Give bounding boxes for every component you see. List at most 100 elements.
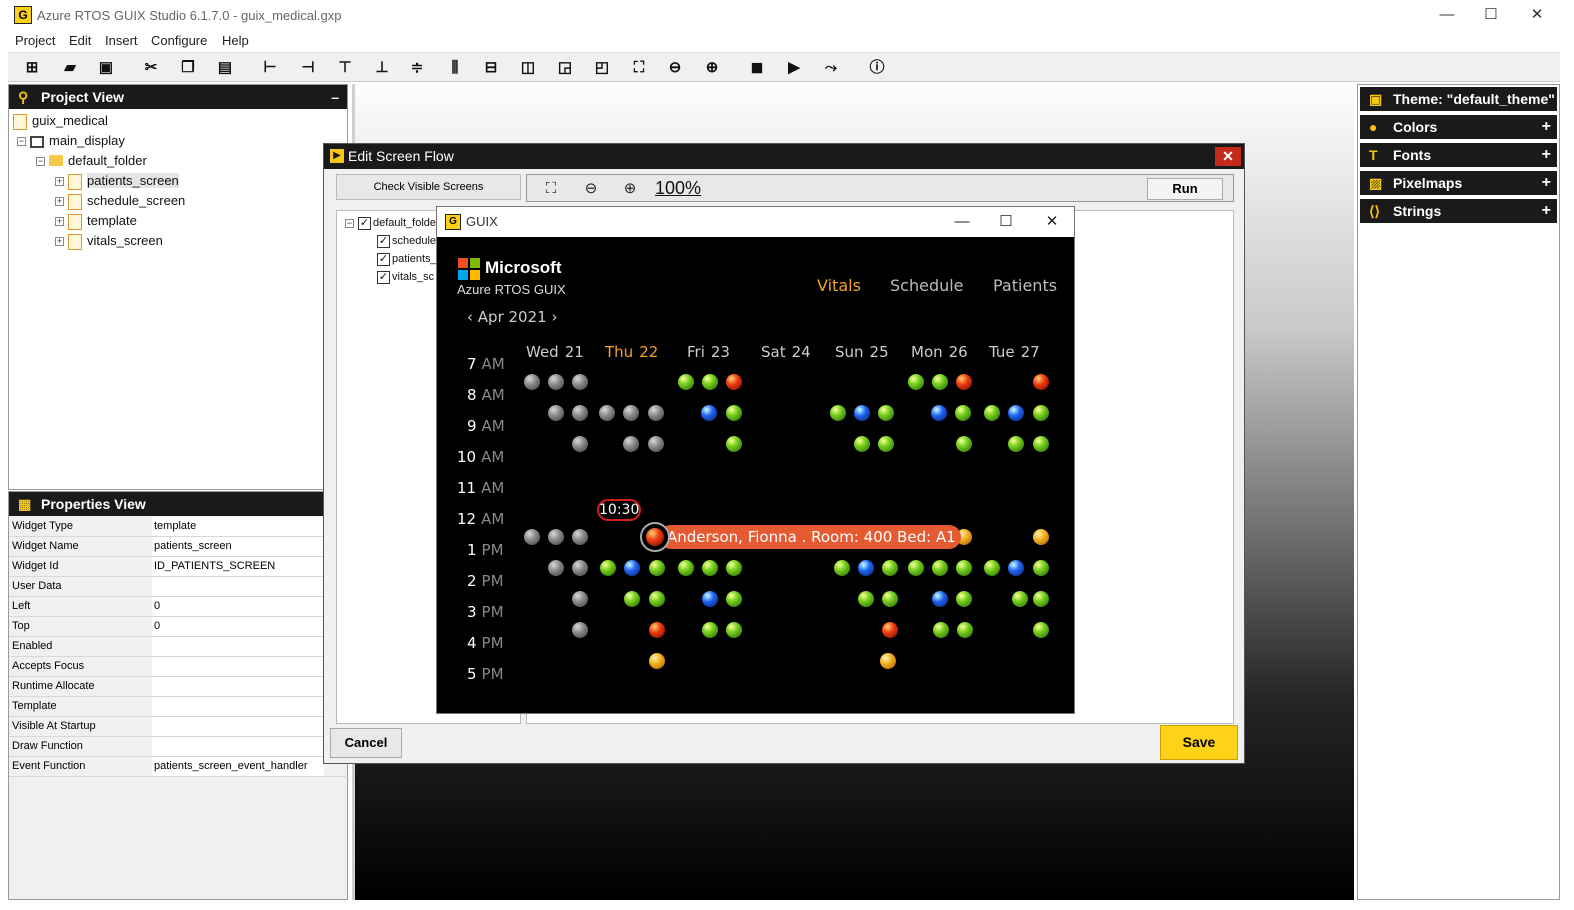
appointment-dot[interactable] bbox=[908, 374, 924, 390]
save-button[interactable]: Save bbox=[1160, 725, 1238, 760]
appointment-dot[interactable] bbox=[623, 405, 639, 421]
property-value[interactable] bbox=[152, 737, 324, 756]
expand-icon[interactable]: + bbox=[55, 237, 64, 247]
run-button[interactable]: Run bbox=[1147, 178, 1223, 200]
appointment-dot[interactable] bbox=[678, 374, 694, 390]
menu-edit[interactable]: Edit bbox=[69, 33, 91, 48]
appointment-dot[interactable] bbox=[726, 405, 742, 421]
collapse-icon[interactable]: − bbox=[17, 137, 26, 147]
appointment-dot[interactable] bbox=[649, 622, 665, 638]
property-value[interactable]: patients_screen bbox=[152, 537, 324, 556]
appointment-dot[interactable] bbox=[648, 405, 664, 421]
property-row[interactable]: Accepts Focus bbox=[9, 657, 349, 677]
appointment-dot[interactable] bbox=[882, 622, 898, 638]
menu-insert[interactable]: Insert bbox=[105, 33, 138, 48]
resource-pixelmaps[interactable]: ▨ Pixelmaps + bbox=[1360, 171, 1557, 195]
appointment-dot[interactable] bbox=[548, 405, 564, 421]
expand-icon[interactable]: + bbox=[55, 177, 64, 187]
appointment-dot[interactable] bbox=[882, 560, 898, 576]
appointment-dot[interactable] bbox=[984, 560, 1000, 576]
fit-icon[interactable]: ⛶ bbox=[628, 57, 650, 79]
property-row[interactable]: Draw Function bbox=[9, 737, 349, 757]
minimize-button[interactable]: — bbox=[1432, 4, 1462, 26]
selected-appointment-dot[interactable] bbox=[646, 528, 664, 546]
move-front-icon[interactable]: ◲ bbox=[554, 57, 576, 79]
appointment-dot[interactable] bbox=[548, 529, 564, 545]
property-value[interactable] bbox=[152, 677, 324, 696]
appointment-dot[interactable] bbox=[858, 591, 874, 607]
maximize-button[interactable]: ☐ bbox=[991, 211, 1021, 233]
appointment-dot[interactable] bbox=[956, 591, 972, 607]
appointment-dot[interactable] bbox=[854, 405, 870, 421]
appointment-dot[interactable] bbox=[1033, 591, 1049, 607]
hcenter-icon[interactable]: ⫼ bbox=[444, 57, 466, 79]
appointment-dot[interactable] bbox=[1012, 591, 1028, 607]
appointment-dot[interactable] bbox=[878, 436, 894, 452]
appointment-dot[interactable] bbox=[1008, 436, 1024, 452]
help-icon[interactable]: ⓘ bbox=[866, 57, 888, 79]
appointment-dot[interactable] bbox=[649, 591, 665, 607]
appointment-dot[interactable] bbox=[830, 405, 846, 421]
fit-icon[interactable]: ⛶ bbox=[541, 179, 561, 199]
appointment-dot[interactable] bbox=[572, 622, 588, 638]
tree-item-schedule-screen[interactable]: + schedule_screen bbox=[55, 191, 185, 211]
appointment-dot[interactable] bbox=[931, 405, 947, 421]
appointment-dot[interactable] bbox=[726, 622, 742, 638]
dialog-close-button[interactable]: ✕ bbox=[1215, 147, 1241, 166]
expand-plus-icon[interactable]: + bbox=[1542, 143, 1551, 167]
zoom-out-icon[interactable]: ⊖ bbox=[581, 179, 601, 199]
appointment-dot[interactable] bbox=[956, 560, 972, 576]
appointment-dot[interactable] bbox=[1033, 622, 1049, 638]
property-value[interactable]: ID_PATIENTS_SCREEN bbox=[152, 557, 324, 576]
record-icon[interactable]: ◼ bbox=[746, 57, 768, 79]
tree-item-screen[interactable]: ✓ patients_ bbox=[377, 249, 437, 269]
align-bottom-icon[interactable]: ⊥ bbox=[371, 57, 393, 79]
appointment-dot[interactable] bbox=[726, 374, 742, 390]
appointment-dot[interactable] bbox=[1033, 560, 1049, 576]
cut-icon[interactable]: ✂ bbox=[140, 57, 162, 79]
appointment-dot[interactable] bbox=[908, 560, 924, 576]
tree-item-vitals-screen[interactable]: + vitals_screen bbox=[55, 231, 163, 251]
property-row[interactable]: Widget Name patients_screen bbox=[9, 537, 349, 557]
chevron-left-icon[interactable]: ‹ bbox=[467, 308, 473, 326]
appointment-dot[interactable] bbox=[623, 436, 639, 452]
appointment-dot[interactable] bbox=[702, 622, 718, 638]
appointment-dot[interactable] bbox=[1008, 560, 1024, 576]
appointment-dot[interactable] bbox=[702, 591, 718, 607]
tree-item-patients-screen[interactable]: + patients_screen bbox=[55, 171, 179, 191]
tree-item-display[interactable]: − main_display bbox=[17, 131, 125, 151]
checkbox[interactable]: ✓ bbox=[358, 216, 371, 230]
month-selector[interactable]: ‹ Apr 2021 › bbox=[467, 308, 557, 326]
property-row[interactable]: Event Function patients_screen_event_hand… bbox=[9, 757, 349, 777]
resource-colors[interactable]: ● Colors + bbox=[1360, 115, 1557, 139]
expand-icon[interactable]: + bbox=[55, 217, 64, 227]
appointment-dot[interactable] bbox=[932, 560, 948, 576]
checkbox[interactable]: ✓ bbox=[377, 234, 390, 248]
tree-item-folder[interactable]: − default_folder bbox=[36, 151, 147, 171]
property-row[interactable]: Enabled bbox=[9, 637, 349, 657]
appointment-dot[interactable] bbox=[548, 560, 564, 576]
property-row[interactable]: Visible At Startup bbox=[9, 717, 349, 737]
expand-plus-icon[interactable]: + bbox=[1542, 115, 1551, 139]
zoom-out-icon[interactable]: ⊖ bbox=[664, 57, 686, 79]
menu-configure[interactable]: Configure bbox=[151, 33, 207, 48]
tab-vitals[interactable]: Vitals bbox=[817, 276, 861, 295]
theme-selector[interactable]: ▣ Theme: "default_theme" bbox=[1360, 87, 1557, 111]
appointment-dot[interactable] bbox=[955, 405, 971, 421]
appointment-dot[interactable] bbox=[956, 436, 972, 452]
appointment-dot[interactable] bbox=[932, 374, 948, 390]
appointment-dot[interactable] bbox=[648, 436, 664, 452]
save-icon[interactable]: ▣ bbox=[95, 57, 117, 79]
appointment-tooltip[interactable]: Anderson, Fionna . Room: 400 Bed: A1 bbox=[659, 525, 961, 549]
tree-item-screen[interactable]: ✓ vitals_sc bbox=[377, 267, 434, 287]
appointment-dot[interactable] bbox=[599, 405, 615, 421]
appointment-dot[interactable] bbox=[572, 529, 588, 545]
checkbox[interactable]: ✓ bbox=[377, 252, 390, 266]
checkbox[interactable]: ✓ bbox=[377, 270, 390, 284]
appointment-dot[interactable] bbox=[600, 560, 616, 576]
appointment-dot[interactable] bbox=[854, 436, 870, 452]
tree-item-template[interactable]: + template bbox=[55, 211, 137, 231]
appointment-dot[interactable] bbox=[702, 374, 718, 390]
appointment-dot[interactable] bbox=[726, 591, 742, 607]
appointment-dot[interactable] bbox=[572, 374, 588, 390]
